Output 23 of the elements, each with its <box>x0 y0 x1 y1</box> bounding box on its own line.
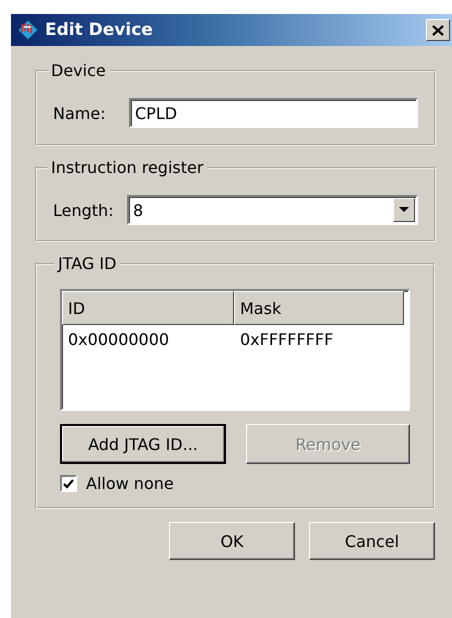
dropdown-value: 8 <box>132 200 144 220</box>
length-dropdown[interactable]: 8 <box>127 195 418 225</box>
column-header[interactable]: ID <box>62 291 234 325</box>
group-title: Device <box>50 61 107 80</box>
checkbox-label: Allow none <box>86 474 174 493</box>
close-button[interactable] <box>426 19 450 41</box>
window-title: Edit Device <box>45 20 154 40</box>
caret-icon <box>399 207 409 213</box>
column-header[interactable]: Mask <box>234 291 404 325</box>
group-title: Instruction register <box>50 158 204 177</box>
checkbox[interactable] <box>60 475 77 492</box>
cancel-button[interactable]: Cancel <box>309 522 435 560</box>
field-label: Length: <box>53 200 115 220</box>
name-field[interactable]: CPLD <box>129 98 418 128</box>
ok-button[interactable]: OK <box>169 522 295 560</box>
table-cell-text: 0x00000000 <box>67 330 170 348</box>
add-button[interactable]: Add JTAG ID... <box>60 424 226 464</box>
table-cell-text: 0xFFFFFFFF <box>239 330 334 348</box>
close-icon <box>432 24 444 36</box>
app-icon <box>17 19 39 41</box>
field-label: Name: <box>53 104 107 122</box>
dropdown-button[interactable] <box>393 198 415 222</box>
group-title: JTAG ID <box>56 254 118 273</box>
